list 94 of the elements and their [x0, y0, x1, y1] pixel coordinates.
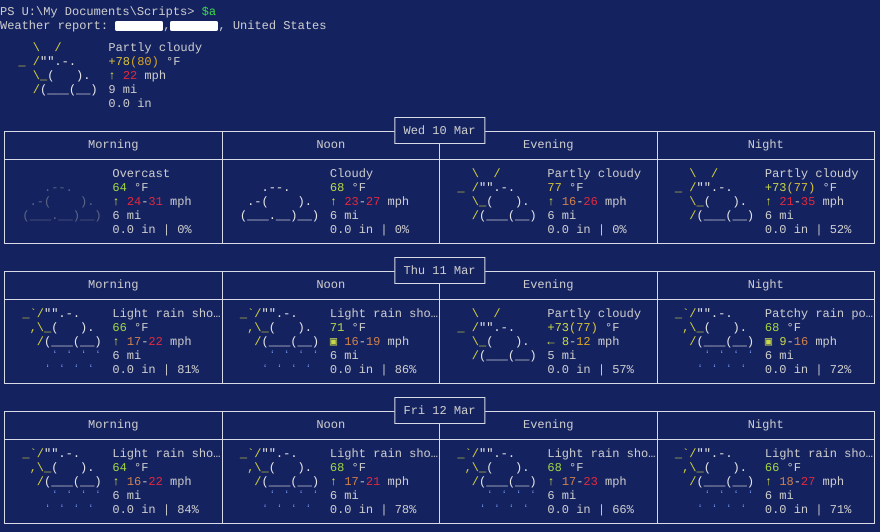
- redaction-mark: [115, 21, 164, 31]
- visibility-text: 6 mi: [112, 209, 142, 223]
- weather-ascii-art: _`/"".-. ,\_( ). /(___(__) ʻ ʻ ʻ ʻ ʻ ʻ ʻ ʻ: [674, 307, 756, 377]
- visibility-text: 6 mi: [547, 209, 577, 223]
- command-text: $a: [202, 5, 216, 19]
- weather-ascii-art: _`/"".-. ,\_( ). /(___(__) ʻ ʻ ʻ ʻ ʻ ʻ ʻ ʻ: [674, 447, 756, 517]
- period-header: Night: [658, 132, 875, 160]
- condition-text: Partly cloudy: [108, 41, 202, 55]
- precipitation-text: 0.0 in | 81%: [112, 363, 200, 377]
- weather-ascii-art: \ / _ /"".-. \_( ). /(___(__): [456, 307, 538, 363]
- condition-text: Patchy rain po…: [764, 307, 873, 321]
- date-label: Thu 11 Mar: [394, 257, 486, 284]
- date-label: Fri 12 Mar: [394, 397, 486, 424]
- temperature-text: 64 °F: [112, 461, 150, 475]
- period-header: Morning: [5, 272, 222, 300]
- visibility-text: 9 mi: [108, 83, 138, 97]
- temperature-text: 64 °F: [112, 181, 150, 195]
- precipitation-text: 0.0 in | 71%: [764, 503, 852, 517]
- condition-text: Partly cloudy: [547, 307, 642, 321]
- visibility-text: 5 mi: [547, 349, 577, 363]
- condition-text: Partly cloudy: [547, 167, 642, 181]
- temperature-text: +78(80) °F: [108, 55, 182, 69]
- condition-text: Light rain sho…: [330, 447, 438, 461]
- wind-text: ↑ 17-21 mph: [330, 475, 410, 489]
- precipitation-text: 0.0 in | 72%: [764, 363, 852, 377]
- weather-ascii-art: .--. .-( ). (___.__)__): [238, 181, 320, 223]
- visibility-text: 6 mi: [330, 349, 360, 363]
- weather-ascii-art: _`/"".-. ,\_( ). /(___(__) ʻ ʻ ʻ ʻ ʻ ʻ ʻ ʻ: [238, 307, 320, 377]
- wind-text: ↑ 24-31 mph: [112, 195, 192, 209]
- wind-text: ← 8-12 mph: [547, 335, 620, 349]
- wind-text: ↑ 23-27 mph: [330, 195, 410, 209]
- weather-ascii-art: _`/"".-. ,\_( ). /(___(__) ʻ ʻ ʻ ʻ ʻ ʻ ʻ ʻ: [456, 447, 538, 517]
- precipitation-text: 0.0 in | 84%: [112, 503, 200, 517]
- precipitation-text: 0.0 in | 52%: [764, 223, 852, 237]
- visibility-text: 6 mi: [764, 349, 794, 363]
- wind-text: ↑ 16-22 mph: [112, 475, 193, 489]
- temperature-text: 71 °F: [330, 321, 367, 335]
- condition-text: Light rain sho…: [764, 447, 873, 461]
- visibility-text: 6 mi: [764, 209, 794, 223]
- temperature-text: 68 °F: [547, 461, 584, 475]
- weather-ascii-art: \ / _ /"".-. \_( ). /(___(__): [17, 41, 99, 97]
- visibility-text: 6 mi: [764, 489, 794, 503]
- period-header: Morning: [5, 412, 222, 440]
- precipitation-text: 0.0 in: [108, 97, 153, 111]
- visibility-text: 6 mi: [547, 489, 577, 503]
- precipitation-text: 0.0 in | 66%: [547, 503, 635, 517]
- date-label: Wed 10 Mar: [394, 117, 486, 144]
- wind-text: ▣ 16-19 mph: [330, 335, 410, 349]
- condition-text: Light rain sho…: [112, 307, 220, 321]
- location-text: ,: [163, 19, 170, 33]
- weather-ascii-art: _`/"".-. ,\_( ). /(___(__) ʻ ʻ ʻ ʻ ʻ ʻ ʻ ʻ: [21, 307, 103, 377]
- precipitation-text: 0.0 in | 0%: [112, 223, 192, 237]
- period-header: Night: [658, 272, 875, 300]
- wind-text: ↑ 16-26 mph: [547, 195, 628, 209]
- condition-text: Overcast: [112, 167, 172, 181]
- temperature-text: 68 °F: [330, 181, 367, 195]
- temperature-text: 77 °F: [547, 181, 584, 195]
- weather-ascii-art: .--. .-( ). (___.__)__): [21, 181, 103, 223]
- wind-text: ↑ 21-35 mph: [764, 195, 846, 209]
- wind-text: ↑ 17-23 mph: [547, 475, 628, 489]
- wind-text: ▣ 9-16 mph: [764, 335, 838, 349]
- condition-text: Partly cloudy: [764, 167, 859, 181]
- weather-ascii-art: \ / _ /"".-. \_( ). /(___(__): [674, 167, 756, 223]
- wind-text: ↑ 18-27 mph: [764, 475, 846, 489]
- visibility-text: 6 mi: [112, 489, 142, 503]
- weather-ascii-art: \ / _ /"".-. \_( ). /(___(__): [456, 167, 538, 223]
- condition-text: Light rain sho…: [330, 307, 438, 321]
- temperature-text: 66 °F: [112, 321, 150, 335]
- wind-text: ↑ 22 mph: [108, 69, 168, 83]
- visibility-text: 6 mi: [112, 349, 142, 363]
- visibility-text: 6 mi: [330, 489, 360, 503]
- precipitation-text: 0.0 in | 57%: [547, 363, 635, 377]
- period-header: Night: [658, 412, 875, 440]
- temperature-text: +73(77) °F: [764, 181, 838, 195]
- precipitation-text: 0.0 in | 86%: [330, 363, 418, 377]
- prompt-text: PS U:\My Documents\Scripts>: [0, 5, 194, 19]
- location-text: , United States: [218, 19, 326, 33]
- visibility-text: 6 mi: [330, 209, 360, 223]
- report-label: Weather report:: [0, 19, 108, 33]
- condition-text: Cloudy: [330, 167, 374, 181]
- temperature-text: 68 °F: [764, 321, 802, 335]
- period-header: Morning: [5, 132, 222, 160]
- precipitation-text: 0.0 in | 78%: [330, 503, 418, 517]
- weather-ascii-art: _`/"".-. ,\_( ). /(___(__) ʻ ʻ ʻ ʻ ʻ ʻ ʻ ʻ: [238, 447, 320, 517]
- redaction-mark: [170, 21, 218, 31]
- temperature-text: +73(77) °F: [547, 321, 620, 335]
- temperature-text: 66 °F: [764, 461, 802, 475]
- wind-text: ↑ 17-22 mph: [112, 335, 193, 349]
- condition-text: Light rain sho…: [547, 447, 656, 461]
- precipitation-text: 0.0 in | 0%: [330, 223, 410, 237]
- precipitation-text: 0.0 in | 0%: [547, 223, 628, 237]
- condition-text: Light rain sho…: [112, 447, 220, 461]
- temperature-text: 68 °F: [330, 461, 367, 475]
- weather-ascii-art: _`/"".-. ,\_( ). /(___(__) ʻ ʻ ʻ ʻ ʻ ʻ ʻ ʻ: [21, 447, 103, 517]
